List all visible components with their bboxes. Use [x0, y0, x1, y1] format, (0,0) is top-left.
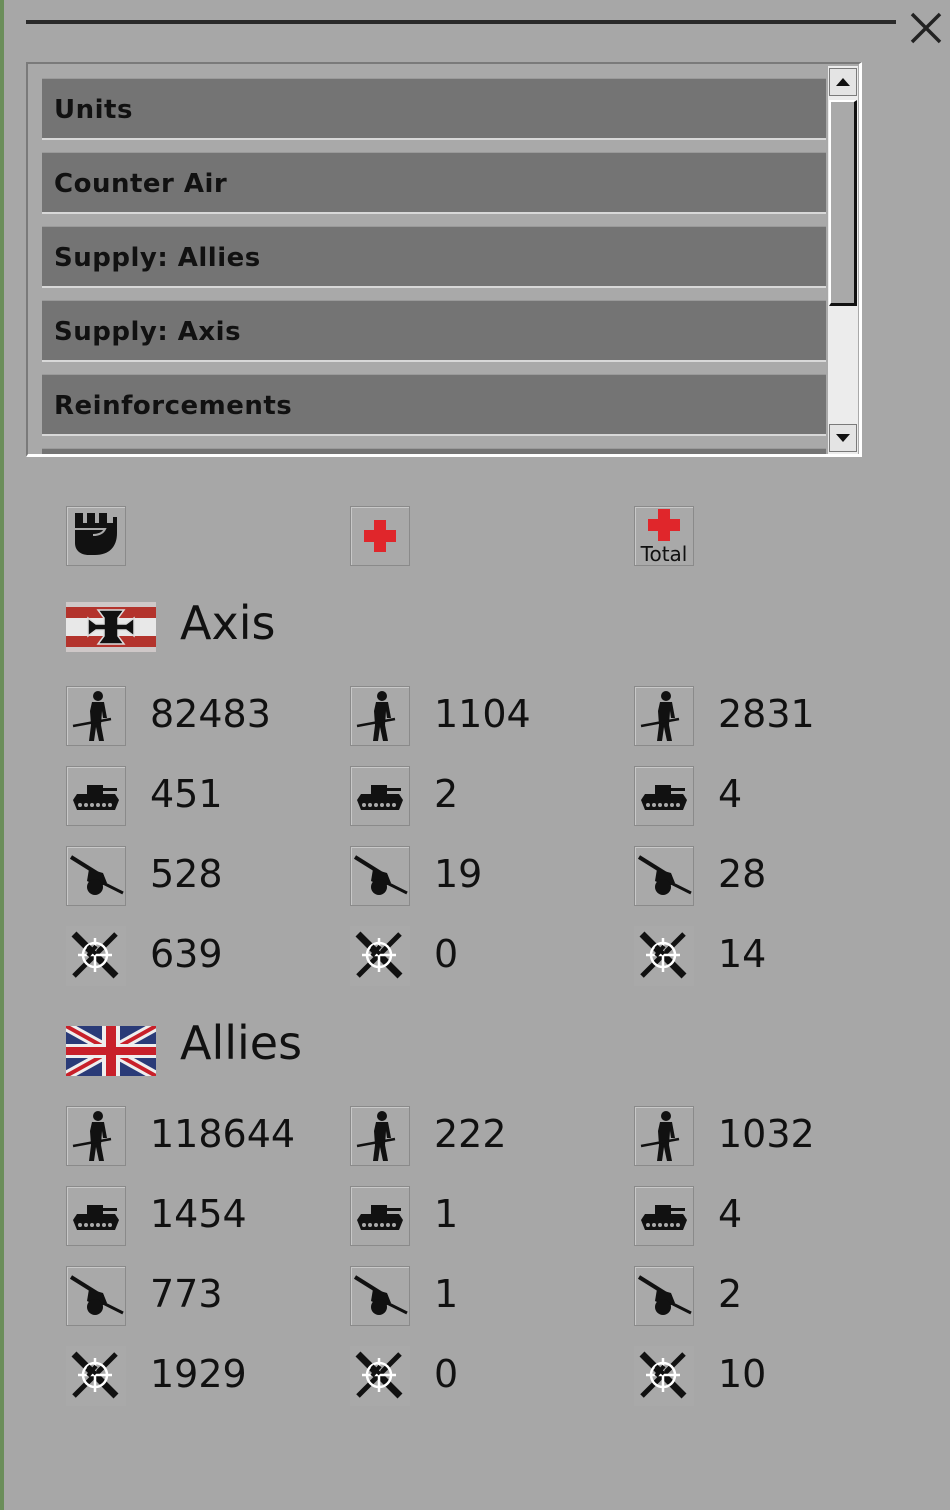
infantry-icon	[350, 686, 410, 746]
scroll-down-button[interactable]	[829, 424, 857, 452]
red-cross-icon[interactable]	[350, 506, 410, 566]
artillery-icon	[634, 846, 694, 906]
total-label: Total	[640, 542, 688, 565]
aircraft-icon	[634, 1346, 694, 1406]
artillery-icon	[66, 846, 126, 906]
title-bar-line	[26, 20, 896, 24]
artillery-icon	[66, 1266, 126, 1326]
axis-artillery-value: 19	[434, 852, 483, 896]
tank-icon	[634, 766, 694, 826]
allies-tank-value: 1	[434, 1192, 459, 1236]
fist-icon[interactable]	[66, 506, 126, 566]
tank-icon	[66, 766, 126, 826]
list-item-partial[interactable]	[42, 448, 826, 454]
artillery-icon	[634, 1266, 694, 1326]
list-item-reinforcements[interactable]: Reinforcements	[42, 374, 826, 436]
tank-icon	[66, 1186, 126, 1246]
tank-icon	[350, 1186, 410, 1246]
allies-tank-value: 1454	[150, 1192, 247, 1236]
allies-artillery-value: 1	[434, 1272, 459, 1316]
axis-tank-value: 2	[434, 772, 459, 816]
scroll-thumb[interactable]	[829, 100, 857, 306]
red-cross-total-icon[interactable]: Total	[634, 506, 694, 566]
list-item-label: Reinforcements	[54, 391, 293, 421]
allies-infantry-value: 118644	[150, 1112, 296, 1156]
list-item-label: Supply: Axis	[54, 317, 242, 347]
allies-artillery-value: 773	[150, 1272, 223, 1316]
stats-window: Units Counter Air Supply: Allies Supply:…	[0, 0, 950, 1510]
axis-aircraft-value: 0	[434, 932, 459, 976]
infantry-icon	[350, 1106, 410, 1166]
axis-artillery-value: 28	[718, 852, 767, 896]
infantry-icon	[66, 686, 126, 746]
allies-infantry-value: 222	[434, 1112, 507, 1156]
axis-infantry-value: 82483	[150, 692, 271, 736]
infantry-icon	[634, 686, 694, 746]
category-list: Units Counter Air Supply: Allies Supply:…	[26, 62, 862, 457]
aircraft-icon	[634, 926, 694, 986]
tank-icon	[634, 1186, 694, 1246]
axis-infantry-value: 2831	[718, 692, 815, 736]
artillery-icon	[350, 1266, 410, 1326]
infantry-icon	[66, 1106, 126, 1166]
allies-artillery-value: 2	[718, 1272, 743, 1316]
allies-label: Allies	[180, 1016, 303, 1070]
aircraft-icon	[66, 1346, 126, 1406]
scroll-up-button[interactable]	[829, 68, 857, 96]
axis-tank-value: 451	[150, 772, 223, 816]
allies-flag-icon	[66, 1026, 156, 1076]
axis-aircraft-value: 639	[150, 932, 223, 976]
axis-label: Axis	[180, 596, 276, 650]
allies-aircraft-value: 0	[434, 1352, 459, 1396]
artillery-icon	[350, 846, 410, 906]
allies-tank-value: 4	[718, 1192, 743, 1236]
tank-icon	[350, 766, 410, 826]
allies-infantry-value: 1032	[718, 1112, 815, 1156]
list-item-counter-air[interactable]: Counter Air	[42, 152, 826, 214]
list-item-label: Counter Air	[54, 169, 228, 199]
axis-artillery-value: 528	[150, 852, 223, 896]
allies-aircraft-value: 1929	[150, 1352, 247, 1396]
aircraft-icon	[66, 926, 126, 986]
axis-flag-icon	[66, 602, 156, 652]
list-item-label: Units	[54, 95, 133, 125]
axis-tank-value: 4	[718, 772, 743, 816]
aircraft-icon	[350, 926, 410, 986]
list-item-supply-allies[interactable]: Supply: Allies	[42, 226, 826, 288]
axis-infantry-value: 1104	[434, 692, 531, 736]
infantry-icon	[634, 1106, 694, 1166]
aircraft-icon	[350, 1346, 410, 1406]
list-item-supply-axis[interactable]: Supply: Axis	[42, 300, 826, 362]
axis-aircraft-value: 14	[718, 932, 767, 976]
list-item-label: Supply: Allies	[54, 243, 261, 273]
list-item-units[interactable]: Units	[42, 78, 826, 140]
allies-aircraft-value: 10	[718, 1352, 767, 1396]
list-scrollbar[interactable]	[828, 66, 858, 454]
close-icon[interactable]	[906, 8, 946, 48]
